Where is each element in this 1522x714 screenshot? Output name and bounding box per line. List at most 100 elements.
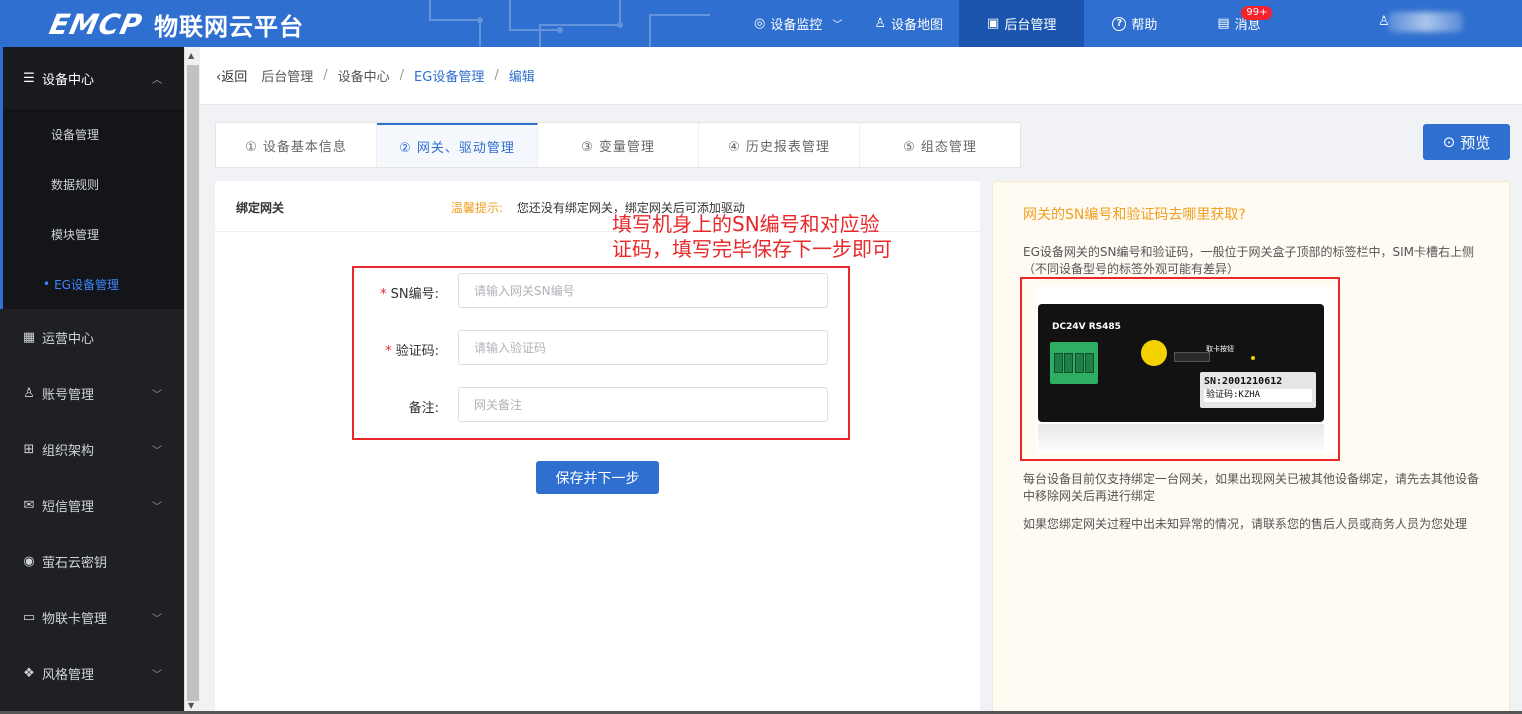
chevron-down-icon: ﹀ bbox=[832, 20, 843, 31]
sidebar-group-iot-card[interactable]: ▭ 物联卡管理 ﹀ bbox=[0, 589, 184, 645]
breadcrumb-item-device-center[interactable]: 设备中心 bbox=[338, 66, 390, 85]
annotation-line: 填写机身上的SN编号和对应验 bbox=[612, 212, 880, 236]
help-text: 每台设备目前仅支持绑定一台网关，如果出现网关已被其他设备绑定，请先去其他设备中移… bbox=[1023, 472, 1480, 503]
sidebar-group-sms[interactable]: ✉ 短信管理 ﹀ bbox=[0, 477, 184, 533]
sidebar-group-label: 账号管理 bbox=[42, 387, 95, 403]
save-next-button[interactable]: 保存并下一步 bbox=[536, 461, 659, 494]
sidebar-group-label: 物联卡管理 bbox=[42, 611, 108, 627]
chevron-down-icon: ﹀ bbox=[152, 669, 162, 681]
required-mark: * bbox=[380, 287, 387, 302]
sidebar-group-ezviz-key[interactable]: ◉ 萤石云密钥 bbox=[0, 533, 184, 589]
device-icon: ☰ bbox=[23, 70, 35, 86]
scroll-up-icon[interactable]: ▲ bbox=[188, 51, 194, 60]
breadcrumb-item-edit: 编辑 bbox=[508, 70, 535, 85]
tab-basic-info[interactable]: ① 设备基本信息 bbox=[216, 123, 377, 167]
scroll-down-icon[interactable]: ▼ bbox=[188, 701, 194, 710]
nav-label: 设备监控 bbox=[770, 18, 823, 33]
help-text: EG设备网关的SN编号和验证码，一般位于网关盒子顶部的标签栏中，SIM卡槽右上侧… bbox=[1023, 245, 1474, 276]
logo-name: 物联网云平台 bbox=[154, 12, 305, 41]
breadcrumb-separator: / bbox=[323, 68, 328, 83]
sn-input[interactable] bbox=[458, 273, 828, 308]
sidebar-item-eg-device-management[interactable]: • EG设备管理 bbox=[3, 259, 184, 309]
help-title: 网关的SN编号和验证码去哪里获取? bbox=[1023, 207, 1246, 223]
code-label-text: 验证码: bbox=[395, 344, 439, 359]
chevron-down-icon: ﹀ bbox=[152, 501, 162, 513]
question-icon: ? bbox=[1112, 16, 1127, 31]
tab-variables[interactable]: ③ 变量管理 bbox=[538, 123, 699, 167]
top-bar: EMCP 物联网云平台 ◎ 设备监控 ﹀ ♙ 设备地图 ▣ 后台管理 ? 帮助 … bbox=[0, 0, 1522, 47]
nav-admin[interactable]: ▣ 后台管理 bbox=[959, 0, 1085, 47]
required-mark: * bbox=[385, 344, 392, 359]
remark-label: 备注: bbox=[408, 401, 439, 416]
breadcrumb: ‹返回 后台管理 / 设备中心 / EG设备管理 / 编辑 bbox=[200, 47, 1522, 105]
logo[interactable]: EMCP 物联网云平台 bbox=[46, 6, 305, 42]
remark-input[interactable] bbox=[458, 387, 828, 422]
back-link[interactable]: ‹返回 bbox=[216, 66, 247, 85]
help-text: 如果您绑定网关过程中出未知异常的情况，请联系您的售后人员或商务人员为您处理 bbox=[1023, 517, 1468, 531]
bind-gateway-panel: 绑定网关 温馨提示: 您还没有绑定网关，绑定网关后可添加驱动 填写机身上的SN编… bbox=[215, 181, 980, 714]
sn-label: * SN编号: bbox=[380, 283, 439, 302]
user-name-blurred[interactable] bbox=[1388, 12, 1463, 32]
nav-label: 帮助 bbox=[1131, 18, 1158, 33]
sidebar-scrollbar[interactable]: ▲ ▼ bbox=[184, 47, 200, 714]
nav-device-monitor[interactable]: ◎ 设备监控 ﹀ bbox=[738, 0, 858, 47]
annotation-line: 证码，填写完毕保存下一步即可 bbox=[612, 237, 892, 261]
tab-gateway-driver[interactable]: ② 网关、驱动管理 bbox=[377, 123, 538, 167]
sidebar-item-device-management[interactable]: 设备管理 bbox=[3, 109, 184, 159]
message-icon: ▤ bbox=[1217, 16, 1230, 31]
chevron-down-icon: ﹀ bbox=[152, 445, 162, 457]
sidebar-submenu: 设备管理 数据规则 模块管理 • EG设备管理 bbox=[0, 109, 184, 309]
chart-icon: ▦ bbox=[22, 329, 36, 345]
sidebar-item-module-management[interactable]: 模块管理 bbox=[3, 209, 184, 259]
code-label: * 验证码: bbox=[385, 340, 439, 359]
user-icon: ♙ bbox=[874, 16, 887, 31]
breadcrumb-item-admin[interactable]: 后台管理 bbox=[261, 66, 313, 85]
sidebar-group-label: 运营中心 bbox=[42, 331, 95, 347]
logo-mark: EMCP bbox=[46, 7, 146, 41]
sidebar-group-label: 组织架构 bbox=[42, 443, 95, 459]
tab-configuration[interactable]: ⑤ 组态管理 bbox=[860, 123, 1020, 167]
tab-history-reports[interactable]: ④ 历史报表管理 bbox=[699, 123, 860, 167]
sidebar-item-label: EG设备管理 bbox=[54, 277, 119, 292]
org-icon: ⊞ bbox=[23, 441, 35, 457]
user-icon: ♙ bbox=[23, 385, 35, 401]
preview-button[interactable]: ⊙ 预览 bbox=[1423, 124, 1510, 160]
panel-title: 绑定网关 bbox=[236, 201, 285, 215]
chevron-down-icon: ﹀ bbox=[152, 613, 162, 625]
sms-icon: ✉ bbox=[23, 497, 35, 513]
sidebar-group-label: 风格管理 bbox=[42, 667, 95, 683]
nav-device-map[interactable]: ♙ 设备地图 bbox=[858, 0, 959, 47]
sidebar-group-accounts[interactable]: ♙ 账号管理 ﹀ bbox=[0, 365, 184, 421]
location-icon: ◎ bbox=[754, 16, 766, 31]
help-panel: 网关的SN编号和验证码去哪里获取? EG设备网关的SN编号和验证码，一般位于网关… bbox=[992, 181, 1510, 714]
nav-messages[interactable]: ▤ 消息 99+ bbox=[1185, 0, 1288, 47]
breadcrumb-separator: / bbox=[494, 68, 499, 83]
preview-label: 预览 bbox=[1460, 133, 1491, 152]
sidebar-group-style[interactable]: ❖ 风格管理 ﹀ bbox=[0, 645, 184, 701]
sidebar-item-data-rules[interactable]: 数据规则 bbox=[3, 159, 184, 209]
step-tabs: ① 设备基本信息 ② 网关、驱动管理 ③ 变量管理 ④ 历史报表管理 ⑤ 组态管… bbox=[215, 122, 1021, 168]
monitor-icon: ▣ bbox=[987, 16, 1000, 31]
sidebar-group-label: 萤石云密钥 bbox=[42, 555, 108, 571]
annotation-highlight-box bbox=[1020, 277, 1340, 461]
annotation-text: 填写机身上的SN编号和对应验 证码，填写完毕保存下一步即可 bbox=[612, 212, 912, 262]
message-badge: 99+ bbox=[1241, 6, 1273, 20]
form-row-sn: * SN编号: bbox=[358, 273, 838, 308]
key-icon: ◉ bbox=[23, 553, 35, 569]
sn-label-text: SN编号: bbox=[390, 287, 439, 302]
sidebar-group-operations[interactable]: ▦ 运营中心 bbox=[0, 309, 184, 365]
form-row-code: * 验证码: bbox=[358, 330, 838, 365]
top-nav: ◎ 设备监控 ﹀ ♙ 设备地图 ▣ 后台管理 ? 帮助 ▤ 消息 99+ bbox=[738, 0, 1289, 47]
sidebar-group-label: 设备中心 bbox=[42, 72, 95, 88]
style-icon: ❖ bbox=[23, 665, 35, 681]
active-dot-icon: • bbox=[43, 277, 51, 291]
scrollbar-thumb[interactable] bbox=[187, 65, 199, 701]
verification-code-input[interactable] bbox=[458, 330, 828, 365]
nav-help[interactable]: ? 帮助 bbox=[1084, 0, 1185, 47]
card-icon: ▭ bbox=[22, 609, 36, 625]
chevron-down-icon: ﹀ bbox=[152, 389, 162, 401]
breadcrumb-item-eg-device[interactable]: EG设备管理 bbox=[414, 66, 484, 85]
sidebar-group-organization[interactable]: ⊞ 组织架构 ﹀ bbox=[0, 421, 184, 477]
breadcrumb-separator: / bbox=[399, 68, 405, 83]
sidebar-group-device-center[interactable]: ☰ 设备中心 ︿ bbox=[0, 47, 184, 109]
